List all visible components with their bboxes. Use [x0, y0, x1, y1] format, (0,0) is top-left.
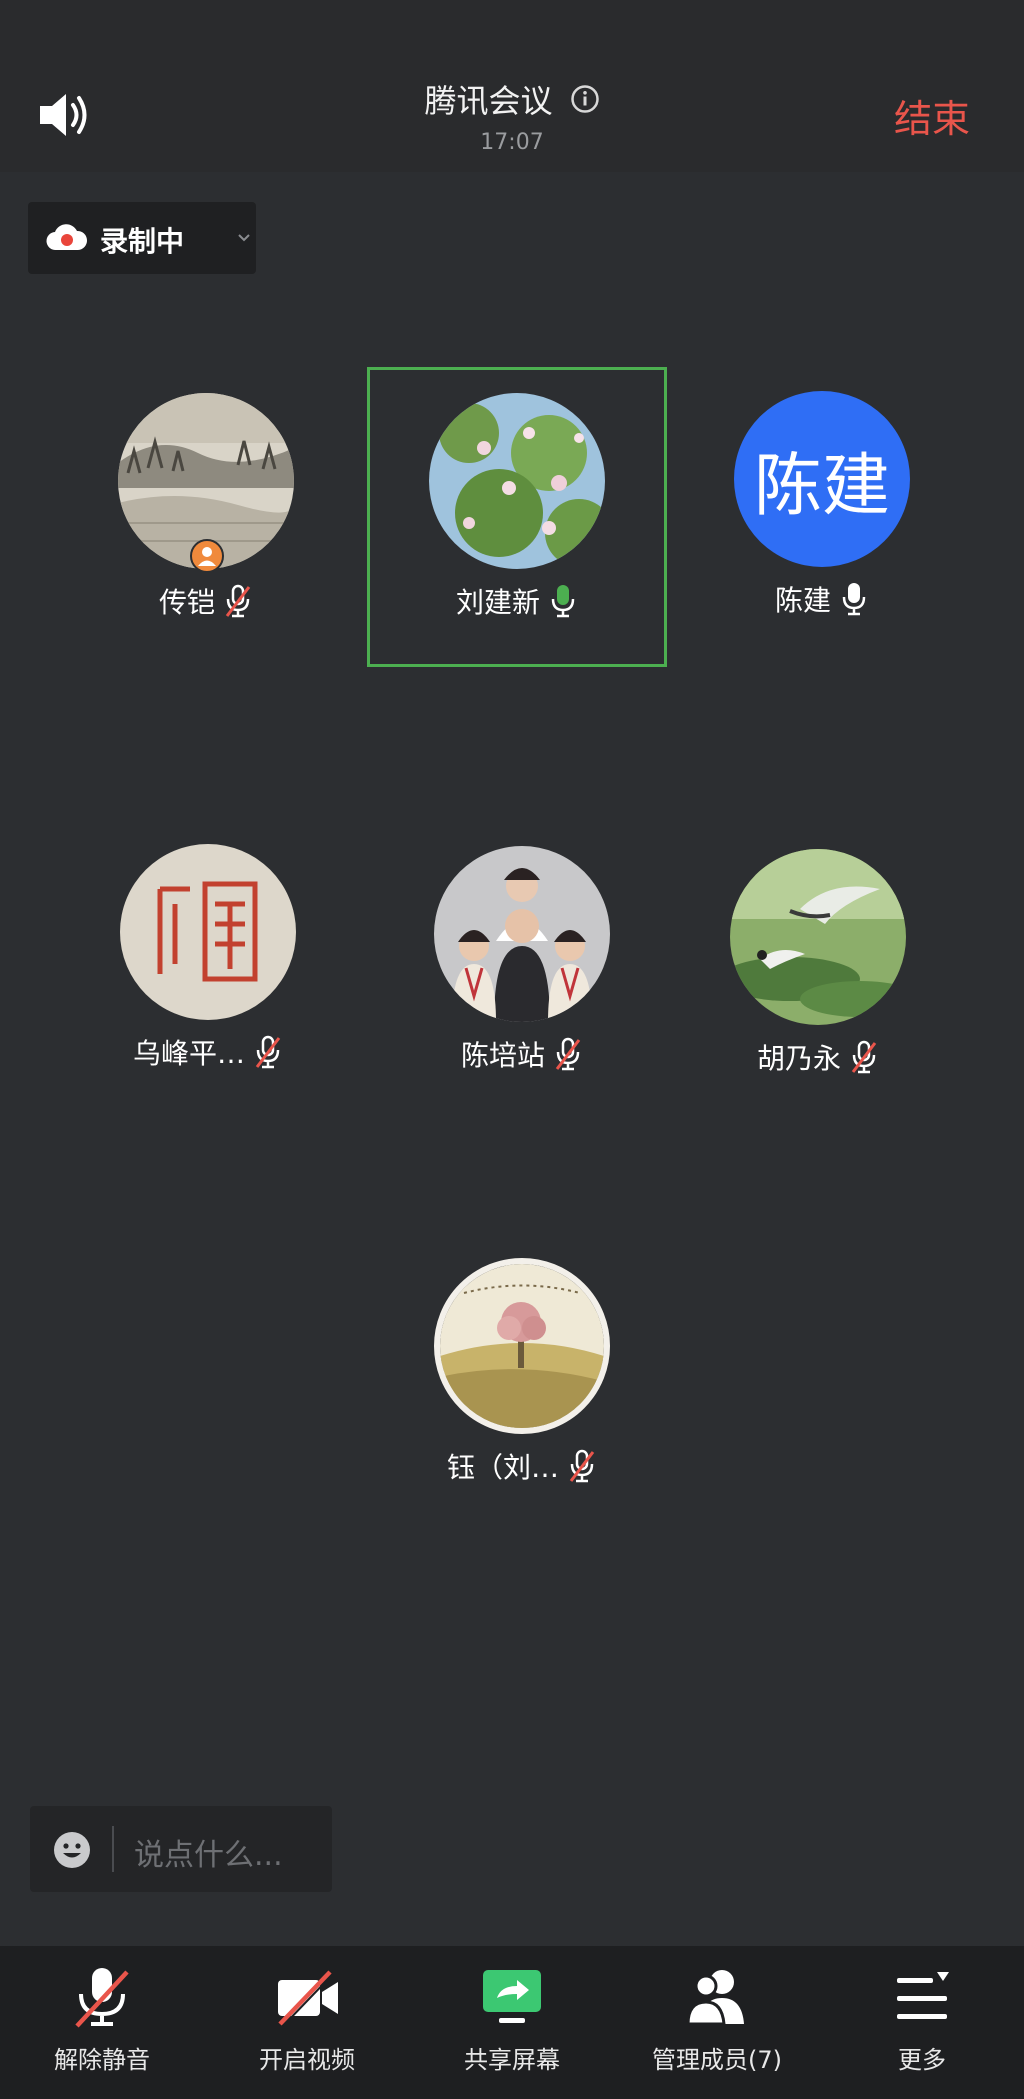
info-icon[interactable]	[570, 84, 600, 114]
chat-placeholder[interactable]: 说点什么...	[134, 1830, 283, 1874]
avatar	[120, 844, 296, 1020]
video-off-icon	[278, 1970, 338, 2027]
meeting-header: 腾讯会议 17:07 结束	[0, 0, 1024, 172]
participant-name-row: 陈培站	[412, 1032, 632, 1076]
share-screen-icon	[483, 1970, 541, 2023]
unmute-label: 解除静音	[54, 2046, 150, 2074]
mic-muted-icon	[851, 1040, 877, 1074]
blossom-avatar	[429, 393, 605, 569]
more-button[interactable]: 更多	[822, 1966, 1022, 2075]
participant-name: 钰（刘…	[446, 1451, 559, 1484]
participant-tile[interactable]: 胡乃永	[708, 849, 928, 1079]
participant-name-row: 钰（刘…	[412, 1444, 632, 1488]
mic-muted-icon	[255, 1035, 281, 1069]
participant-tile[interactable]: 钰（刘…	[412, 1258, 632, 1488]
end-meeting-button[interactable]: 结束	[894, 88, 970, 143]
mic-speaking-icon	[551, 585, 575, 618]
birds-avatar	[730, 849, 906, 1025]
avatar	[434, 1258, 610, 1434]
mic-muted-icon	[225, 584, 251, 618]
manage-members-label: 管理成员(7)	[652, 2046, 782, 2074]
participant-name: 乌峰平…	[132, 1037, 245, 1070]
participant-name: 刘建新	[455, 586, 540, 619]
chevron-down-icon	[238, 234, 250, 242]
share-screen-label: 共享屏幕	[464, 2046, 560, 2074]
avatar	[429, 393, 605, 569]
participant-tile[interactable]: 乌峰平…	[98, 844, 318, 1074]
mic-muted-icon	[75, 1968, 129, 2028]
participant-tile[interactable]: 传铠	[96, 393, 316, 623]
chat-divider	[112, 1826, 114, 1872]
recording-label: 录制中	[100, 225, 185, 258]
emoji-icon[interactable]	[52, 1830, 92, 1870]
participant-name-row: 传铠	[96, 579, 316, 623]
cloud-recording-icon	[46, 224, 88, 251]
mic-muted-icon	[569, 1449, 595, 1483]
participant-name-row: 乌峰平…	[98, 1030, 318, 1074]
more-menu-icon	[897, 1972, 949, 2019]
participant-name: 陈建	[774, 584, 831, 617]
recording-status-button[interactable]: 录制中	[28, 202, 256, 274]
start-video-button[interactable]: 开启视频	[207, 1966, 407, 2075]
share-screen-button[interactable]: 共享屏幕	[412, 1966, 612, 2075]
participant-tile[interactable]: 陈培站	[412, 846, 632, 1076]
mic-on-icon	[842, 583, 866, 616]
participant-tile[interactable]: 刘建新	[407, 393, 627, 623]
avatar	[434, 846, 610, 1022]
participant-name: 传铠	[158, 586, 215, 619]
members-icon	[686, 1970, 744, 2026]
seal-stamp-avatar	[120, 844, 296, 1020]
avatar: 陈建	[734, 391, 910, 567]
start-video-label: 开启视频	[259, 2046, 355, 2074]
chat-input-box[interactable]: 说点什么...	[30, 1806, 332, 1892]
meeting-title-wrap: 腾讯会议	[0, 76, 1024, 122]
participant-name: 陈培站	[460, 1039, 545, 1072]
meeting-title: 腾讯会议	[424, 82, 553, 120]
participant-name-row: 陈建	[712, 577, 932, 621]
participant-name-row: 刘建新	[407, 579, 627, 623]
manage-members-button[interactable]: 管理成员(7)	[617, 1966, 817, 2075]
participant-tile[interactable]: 陈建 陈建	[712, 391, 932, 621]
mic-muted-icon	[555, 1037, 581, 1071]
host-badge-icon	[190, 539, 224, 573]
more-label: 更多	[898, 2046, 946, 2074]
meeting-duration: 17:07	[480, 130, 544, 155]
avatar-initials: 陈建	[753, 446, 890, 526]
status-bar	[0, 0, 1024, 60]
bottom-toolbar: 解除静音 开启视频 共享屏幕 管理成员(7) 更多	[0, 1946, 1024, 2099]
participant-name-row: 胡乃永	[708, 1035, 928, 1079]
tree-painting-avatar	[440, 1264, 604, 1428]
unmute-button[interactable]: 解除静音	[2, 1966, 202, 2075]
participant-name: 胡乃永	[756, 1042, 841, 1075]
family-photo-avatar	[434, 846, 610, 1022]
avatar	[730, 849, 906, 1025]
